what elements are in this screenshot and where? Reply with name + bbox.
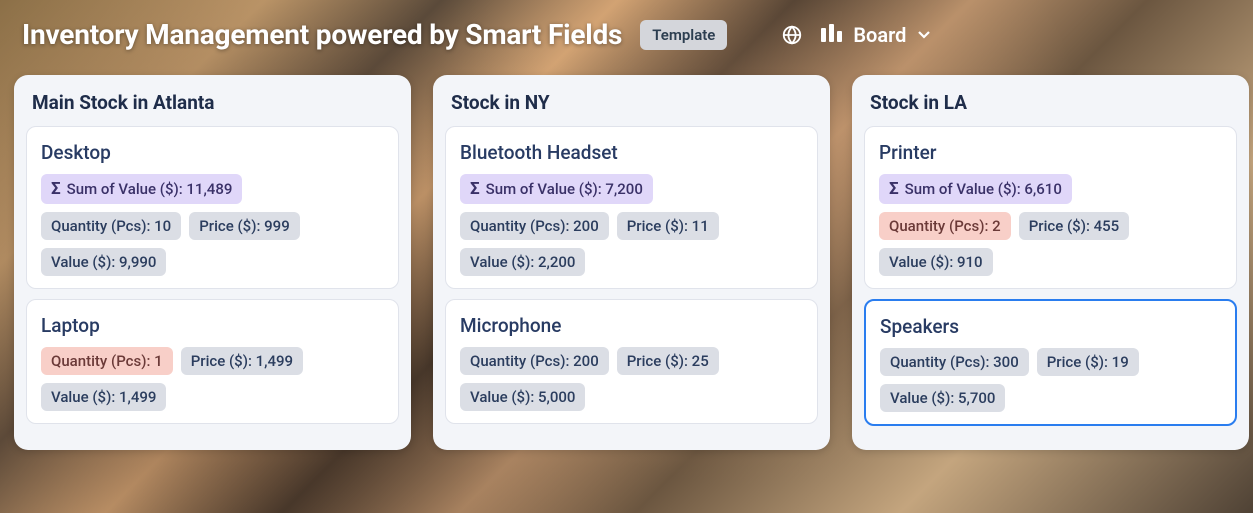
sigma-icon: Σ	[51, 179, 61, 199]
value-tag[interactable]: Value ($): 910	[879, 248, 993, 276]
sum-tag[interactable]: Σ Sum of Value ($): 11,489	[41, 174, 242, 204]
card-title: Bluetooth Headset	[460, 141, 803, 164]
quantity-tag[interactable]: Quantity (Pcs): 200	[460, 212, 609, 240]
price-tag[interactable]: Price ($): 1,499	[181, 347, 303, 375]
column-title: Stock in NY	[445, 91, 818, 126]
sum-tag-text: Sum of Value ($): 6,610	[905, 180, 1062, 198]
quantity-tag[interactable]: Quantity (Pcs): 1	[41, 347, 173, 375]
globe-icon[interactable]	[781, 24, 803, 46]
value-tag[interactable]: Value ($): 1,499	[41, 383, 166, 411]
quantity-tag[interactable]: Quantity (Pcs): 200	[460, 347, 609, 375]
tag-row: Value ($): 2,200	[460, 248, 803, 276]
board-column: Stock in NY Bluetooth Headset Σ Sum of Valu…	[433, 75, 830, 450]
price-tag[interactable]: Price ($): 999	[189, 212, 300, 240]
tag-row: Quantity (Pcs): 200 Price ($): 11	[460, 212, 803, 240]
price-tag[interactable]: Price ($): 455	[1019, 212, 1130, 240]
board-column: Stock in LA Printer Σ Sum of Value ($): 6,6…	[852, 75, 1249, 450]
tag-row: Value ($): 5,700	[880, 384, 1221, 412]
sum-tag-text: Sum of Value ($): 7,200	[486, 180, 643, 198]
tag-row: Σ Sum of Value ($): 11,489	[41, 174, 384, 204]
tag-row: Value ($): 910	[879, 248, 1222, 276]
card-title: Speakers	[880, 315, 1221, 338]
price-tag[interactable]: Price ($): 25	[617, 347, 719, 375]
card-title: Laptop	[41, 314, 384, 337]
header-bar: Inventory Management powered by Smart Fi…	[0, 0, 1253, 65]
tag-row: Quantity (Pcs): 10 Price ($): 999	[41, 212, 384, 240]
quantity-tag[interactable]: Quantity (Pcs): 10	[41, 212, 181, 240]
board-card[interactable]: Desktop Σ Sum of Value ($): 11,489 Quantity…	[26, 126, 399, 289]
template-badge[interactable]: Template	[640, 20, 727, 50]
tag-row: Quantity (Pcs): 200 Price ($): 25	[460, 347, 803, 375]
chevron-down-icon	[916, 23, 932, 47]
value-tag[interactable]: Value ($): 9,990	[41, 248, 166, 276]
sigma-icon: Σ	[889, 179, 899, 199]
tag-row: Quantity (Pcs): 2 Price ($): 455	[879, 212, 1222, 240]
value-tag[interactable]: Value ($): 5,700	[880, 384, 1005, 412]
card-title: Desktop	[41, 141, 384, 164]
board-view-icon	[821, 23, 843, 47]
value-tag[interactable]: Value ($): 5,000	[460, 383, 585, 411]
tag-row: Value ($): 5,000	[460, 383, 803, 411]
board-card[interactable]: Speakers Quantity (Pcs): 300 Price ($): 19…	[864, 299, 1237, 426]
sum-tag-text: Sum of Value ($): 11,489	[67, 180, 233, 198]
page-title: Inventory Management powered by Smart Fi…	[22, 18, 622, 51]
sigma-icon: Σ	[470, 179, 480, 199]
tag-row: Value ($): 1,499	[41, 383, 384, 411]
tag-row: Σ Sum of Value ($): 7,200	[460, 174, 803, 204]
tag-row: Value ($): 9,990	[41, 248, 384, 276]
board-column: Main Stock in Atlanta Desktop Σ Sum of Valu…	[14, 75, 411, 450]
board-card[interactable]: Laptop Quantity (Pcs): 1 Price ($): 1,499 V…	[26, 299, 399, 424]
value-tag[interactable]: Value ($): 2,200	[460, 248, 585, 276]
quantity-tag[interactable]: Quantity (Pcs): 2	[879, 212, 1011, 240]
card-title: Printer	[879, 141, 1222, 164]
column-title: Stock in LA	[864, 91, 1237, 126]
view-switcher[interactable]: Board	[821, 23, 932, 47]
quantity-tag[interactable]: Quantity (Pcs): 300	[880, 348, 1029, 376]
price-tag[interactable]: Price ($): 11	[617, 212, 719, 240]
sum-tag[interactable]: Σ Sum of Value ($): 6,610	[879, 174, 1072, 204]
view-label: Board	[853, 23, 906, 47]
tag-row: Σ Sum of Value ($): 6,610	[879, 174, 1222, 204]
board-card[interactable]: Bluetooth Headset Σ Sum of Value ($): 7,20…	[445, 126, 818, 289]
board-area: Main Stock in Atlanta Desktop Σ Sum of Valu…	[0, 65, 1253, 450]
tag-row: Quantity (Pcs): 1 Price ($): 1,499	[41, 347, 384, 375]
tag-row: Quantity (Pcs): 300 Price ($): 19	[880, 348, 1221, 376]
board-card[interactable]: Printer Σ Sum of Value ($): 6,610 Quantity …	[864, 126, 1237, 289]
sum-tag[interactable]: Σ Sum of Value ($): 7,200	[460, 174, 653, 204]
price-tag[interactable]: Price ($): 19	[1037, 348, 1139, 376]
board-card[interactable]: Microphone Quantity (Pcs): 200 Price ($): …	[445, 299, 818, 424]
column-title: Main Stock in Atlanta	[26, 91, 399, 126]
card-title: Microphone	[460, 314, 803, 337]
